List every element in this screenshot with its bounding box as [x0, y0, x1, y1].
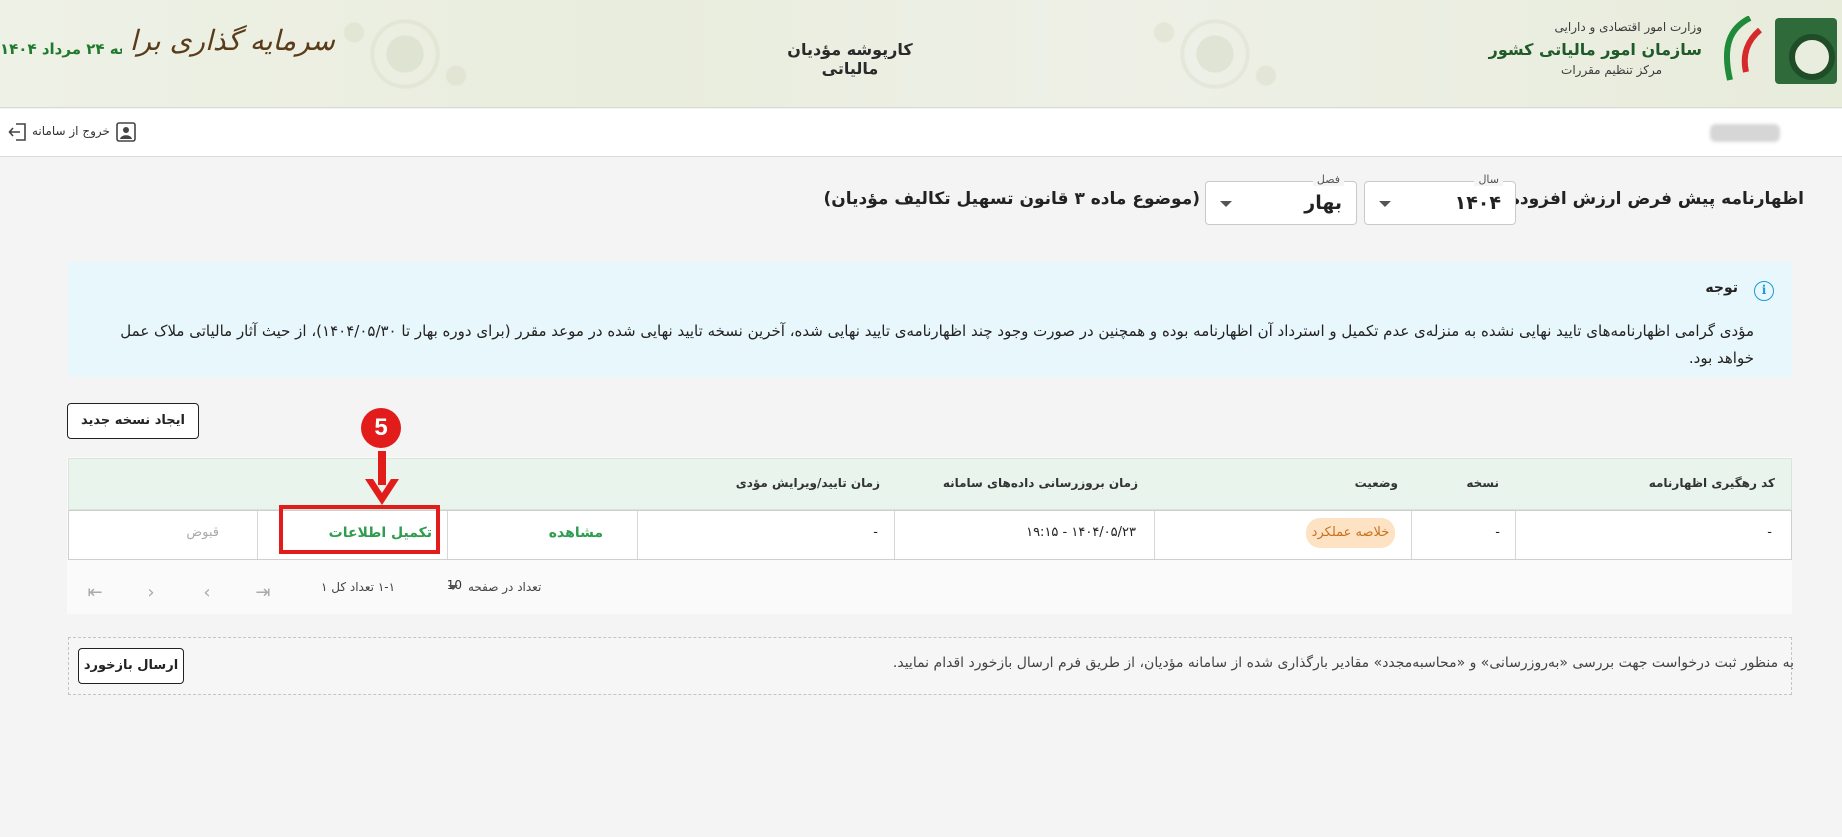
create-new-version-button[interactable]: ایجاد نسخه جدید — [67, 403, 199, 439]
column-divider — [1154, 511, 1155, 559]
slogan-calligraphy: سرمایه گذاری برای تولید — [130, 24, 335, 57]
feedback-text: به منظور ثبت درخواست جهت بررسی «به‌روزرس… — [892, 655, 1794, 671]
first-page-icon[interactable]: ⇤ — [84, 582, 106, 604]
flag-logo-icon — [1723, 16, 1762, 81]
tax-organization-logo — [1775, 18, 1837, 84]
blurred-username — [1710, 124, 1780, 142]
notice-title: توجه — [1705, 280, 1738, 296]
update-time-cell: ۱۴۰۴/۰۵/۲۳ - ۱۹:۱۵ — [1026, 525, 1136, 540]
column-divider — [1411, 511, 1412, 559]
chevron-down-icon — [1220, 201, 1232, 207]
profile-icon[interactable] — [115, 121, 137, 143]
step-number-badge: 5 — [361, 408, 401, 448]
receipts-link: قبوض — [186, 525, 219, 540]
season-select[interactable]: فصل بهار — [1205, 173, 1357, 225]
tracking-code-cell: - — [1767, 525, 1772, 540]
column-divider — [1515, 511, 1516, 559]
header-ornament — [320, 0, 490, 108]
chevron-down-icon — [1379, 201, 1391, 207]
table-header — [68, 458, 1792, 510]
column-header-confirm-time: زمان تایید/ویرایش مؤدی — [735, 476, 880, 490]
column-header-version: نسخه — [1466, 476, 1499, 490]
chevron-down-icon — [448, 585, 458, 590]
per-page-label: تعداد در صفحه — [468, 580, 542, 594]
notice-text: مؤدی گرامی اظهارنامه‌های تایید نهایی نشد… — [120, 322, 1754, 367]
logout-link[interactable]: خروج از سامانه — [32, 124, 110, 138]
year-label: سال — [1474, 173, 1503, 186]
season-label: فصل — [1312, 173, 1344, 186]
column-divider — [894, 511, 895, 559]
column-header-update-time: زمان بروزرسانی داده‌های سامانه — [942, 476, 1138, 490]
year-value: ۱۴۰۴ — [1454, 192, 1501, 214]
column-divider — [447, 511, 448, 559]
pagination-range: ۱-۱ تعداد کل ۱ — [321, 580, 396, 594]
info-icon: i — [1754, 281, 1774, 301]
season-value: بهار — [1304, 192, 1342, 214]
department-name: مرکز تنظیم مقررات — [1561, 63, 1662, 77]
site-title: کارپوشه مؤدیان مالیاتی — [787, 40, 913, 78]
column-header-status: وضعیت — [1354, 476, 1398, 490]
version-cell: - — [1495, 525, 1500, 540]
header-date: جمعه ۲۴ مرداد ۱۴۰۴ — [0, 40, 122, 58]
view-link[interactable]: مشاهده — [549, 525, 603, 541]
logout-icon[interactable] — [8, 121, 28, 143]
column-divider — [257, 511, 258, 559]
status-badge: خلاصه عملکرد — [1306, 518, 1395, 548]
year-select[interactable]: سال ۱۴۰۴ — [1364, 173, 1516, 225]
page-title-subject: (موضوع ماده ۳ قانون تسهیل تکالیف مؤدیان) — [823, 189, 1201, 209]
user-bar — [0, 109, 1842, 157]
column-divider — [637, 511, 638, 559]
per-page-select[interactable]: 10 — [424, 578, 462, 600]
highlight-box — [279, 505, 440, 554]
next-page-icon[interactable]: › — [196, 582, 218, 604]
down-arrow-icon — [365, 451, 399, 505]
organization-name: سازمان امور مالیاتی کشور — [1488, 40, 1702, 59]
header-ornament — [1130, 0, 1300, 108]
last-page-icon[interactable]: ⇥ — [252, 582, 274, 604]
column-header-tracking-code: کد رهگیری اظهارنامه — [1648, 476, 1775, 490]
send-feedback-button[interactable]: ارسال بازخورد — [78, 648, 184, 684]
confirm-time-cell: - — [873, 525, 878, 540]
ministry-name: وزارت امور اقتصادی و دارایی — [1554, 20, 1702, 34]
previous-page-icon[interactable]: ‹ — [140, 582, 162, 604]
